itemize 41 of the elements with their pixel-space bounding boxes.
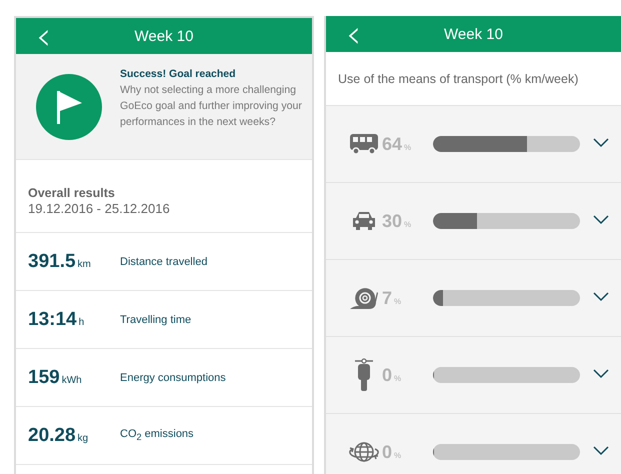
share-value: 7	[382, 288, 392, 308]
chevron-down-icon[interactable]	[593, 138, 609, 148]
share-value: 0	[382, 442, 392, 462]
stat-value: 159	[28, 366, 60, 388]
stat-unit: kWh	[62, 374, 82, 386]
chart-subtitle: Use of the means of transport (% km/week)	[338, 72, 578, 86]
stat-unit: h	[78, 316, 84, 328]
goal-message: Why not selecting a more challenging GoEco goal and further improving your performances in the next weeks?	[120, 83, 303, 130]
scooter-icon	[354, 358, 374, 392]
stat-unit: km	[78, 258, 91, 270]
stat-label: Energy consumptions	[120, 372, 226, 384]
car-icon	[351, 210, 377, 232]
chevron-down-icon[interactable]	[593, 215, 609, 225]
back-button[interactable]: ‹	[340, 17, 368, 51]
stat-label: CO$_{2}$ emissions	[120, 428, 194, 443]
stat-value: 391.5	[28, 250, 76, 272]
snail-icon	[349, 286, 379, 310]
stat-value: 20.28	[28, 424, 76, 446]
chevron-down-icon[interactable]	[593, 446, 609, 456]
stat-unit: kg	[78, 432, 88, 444]
stat-label: Travelling time	[120, 314, 192, 326]
goal-title: Success! Goal reached	[120, 67, 237, 82]
share-unit: %	[394, 450, 402, 460]
chevron-down-icon[interactable]	[593, 369, 609, 379]
stat-value: 13:14	[28, 308, 77, 330]
back-button[interactable]: ‹	[30, 19, 58, 53]
date-range: 19.12.2016 - 25.12.2016	[28, 201, 171, 216]
overall-results-title: Overall results	[28, 186, 116, 200]
globe-icon	[347, 440, 381, 464]
share-unit: %	[394, 374, 402, 382]
bus-icon	[349, 133, 379, 155]
screen-title: Week 10	[134, 28, 194, 44]
share-unit: %	[404, 142, 412, 152]
share-value: 0	[382, 364, 392, 384]
stat-label: Distance travelled	[120, 256, 208, 268]
share-value: 64	[382, 134, 402, 154]
share-value: 30	[382, 210, 402, 230]
share-unit: %	[404, 220, 412, 228]
share-unit: %	[394, 296, 402, 306]
chevron-down-icon[interactable]	[593, 292, 609, 302]
screen-title: Week 10	[444, 26, 503, 42]
